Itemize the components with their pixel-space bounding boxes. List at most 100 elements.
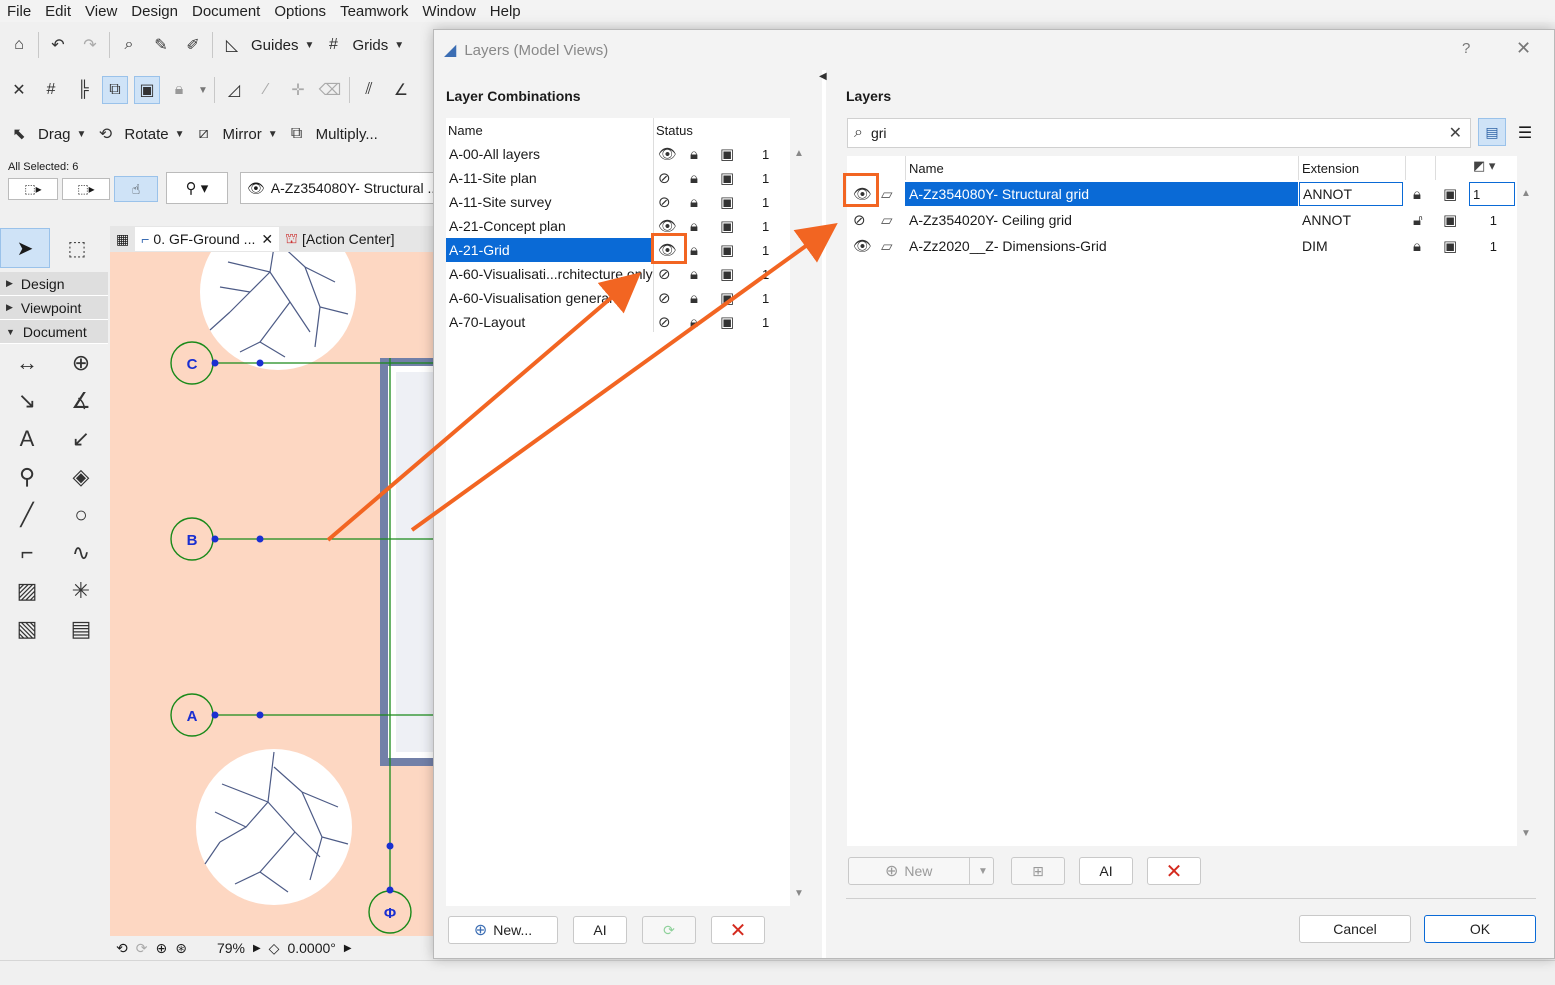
grid-marker-c[interactable]: C (187, 356, 198, 373)
help-button[interactable]: ? (1462, 40, 1470, 57)
layer-row[interactable]: 👁︎ ▱ A-Zz354080Y- Structural grid ANNOT 🔒︎ ▣ 1 (847, 182, 1515, 206)
eyedropper-icon[interactable]: ✎ (148, 31, 174, 59)
unlock-icon[interactable]: 🔓︎ (1413, 208, 1423, 232)
eye-hidden-icon[interactable]: ⊘ (658, 262, 671, 286)
guides-icon[interactable]: ◺ (219, 31, 245, 59)
grids-icon[interactable]: # (320, 31, 346, 59)
selection-filter-icon[interactable]: ⬚▸ (8, 178, 58, 200)
menu-edit[interactable]: Edit (38, 3, 78, 20)
wireframe-icon[interactable]: ▣ (720, 262, 734, 286)
eye-hidden-icon[interactable]: ⊘ (658, 166, 671, 190)
new-combination-button[interactable]: ⊕ New... (448, 916, 558, 944)
layer-row[interactable]: ⊘ ▱ A-Zz354020Y- Ceiling grid ANNOT 🔓︎ ▣ 1 (847, 208, 1515, 232)
menu-file[interactable]: File (0, 3, 38, 20)
fill-tool-icon[interactable]: ◈ (54, 458, 108, 496)
wireframe-icon[interactable]: ▣ (720, 286, 734, 310)
combination-row[interactable]: A-21-Concept plan (446, 214, 651, 238)
offset-icon[interactable]: ✛ (285, 76, 311, 104)
lock-icon[interactable]: 🔒︎ (690, 190, 698, 214)
label-tool-icon[interactable]: ↙ (54, 420, 108, 458)
magic-wand-icon[interactable]: ⁄ (253, 76, 279, 104)
clear-search-icon[interactable]: ✕ (1449, 123, 1462, 143)
perpendicular-icon[interactable]: ∠ (388, 76, 414, 104)
toolbox-section-viewpoint[interactable]: ▶ Viewpoint (0, 296, 108, 320)
close-icon[interactable]: ✕ (1516, 38, 1531, 59)
drawing-tool-icon[interactable]: ▤ (54, 610, 108, 648)
menu-teamwork[interactable]: Teamwork (333, 3, 415, 20)
menu-window[interactable]: Window (415, 3, 482, 20)
wireframe-icon[interactable]: ▣ (720, 190, 734, 214)
menu-document[interactable]: Document (185, 3, 267, 20)
level-dimension-icon[interactable]: ↘ (0, 382, 54, 420)
arrow-tool-icon[interactable]: ➤ (0, 228, 50, 268)
eye-hidden-icon[interactable]: ⊘ (658, 190, 671, 214)
redefine-icon[interactable]: ⟳ (642, 916, 696, 944)
marquee-icon[interactable]: ⬚▸ (62, 178, 110, 200)
scroll-down-icon[interactable]: ▼ (794, 888, 804, 899)
layer-intersection-group[interactable]: 1 (1469, 234, 1515, 258)
chevron-down-icon[interactable]: ▼ (175, 129, 185, 140)
syringe-icon[interactable]: ✐ (180, 31, 206, 59)
chevron-down-icon[interactable]: ▼ (969, 858, 988, 884)
wireframe-icon[interactable]: ▣ (720, 166, 734, 190)
snap-guide-icon[interactable]: ╠ (70, 76, 96, 104)
lock-icon[interactable]: 🔒︎ (690, 310, 698, 334)
eye-hidden-icon[interactable]: ⊘ (658, 310, 671, 334)
combination-row[interactable]: A-11-Site plan (446, 166, 651, 190)
measure-icon[interactable]: ◿ (221, 76, 247, 104)
chevron-down-icon[interactable]: ▼ (198, 85, 208, 96)
tab-overview-icon[interactable]: ▦ (110, 227, 135, 251)
combination-row[interactable]: A-60-Visualisation general (446, 286, 651, 310)
list-view-icon[interactable]: ☰ (1512, 120, 1538, 146)
lock-icon[interactable]: 🔒︎ (690, 262, 698, 286)
eye-hidden-icon[interactable]: ⊘ (853, 208, 877, 232)
suspend-groups-icon[interactable]: ⧉ (102, 76, 128, 104)
layer-combinations-list[interactable]: Name Status A-00-All layers 👁︎ 🔒︎ ▣ 1 A-11-Si… (446, 118, 804, 906)
combination-row[interactable]: A-11-Site survey (446, 190, 651, 214)
parallel-icon[interactable]: ⫽ (356, 76, 382, 104)
rename-layer-button[interactable]: AΙ (1079, 857, 1133, 885)
line-tool-icon[interactable]: ╱ (0, 496, 54, 534)
mirror-icon[interactable]: ⧄ (191, 120, 217, 148)
drawing-canvas[interactable]: C B A Φ (110, 252, 434, 936)
hotspot-tool-icon[interactable]: ✳ (54, 572, 108, 610)
wireframe-icon[interactable]: ▣ (720, 142, 734, 166)
combination-row[interactable]: A-70-Layout (446, 310, 651, 334)
polyline-tool-icon[interactable]: ⌐ (0, 534, 54, 572)
ok-button[interactable]: OK (1424, 915, 1536, 943)
chevron-right-icon[interactable]: ▶ (344, 943, 352, 954)
folder-view-icon[interactable]: ▤ (1478, 118, 1506, 146)
guides-button[interactable]: Guides (251, 37, 299, 54)
figure-tool-icon[interactable]: ▧ (0, 610, 54, 648)
wireframe-icon[interactable]: ▣ (720, 214, 734, 238)
lock-icon[interactable]: 🔒︎ (690, 238, 698, 262)
eye-icon[interactable]: 👁︎ (658, 142, 677, 166)
lock-icon[interactable]: 🔒︎ (690, 166, 698, 190)
snap-point-icon[interactable]: ✕ (6, 76, 32, 104)
lock-icon[interactable]: 🔒︎ (1413, 182, 1421, 206)
menu-design[interactable]: Design (124, 3, 185, 20)
rename-combination-button[interactable]: AΙ (573, 916, 627, 944)
layer-extension[interactable]: DIM (1299, 234, 1403, 258)
wireframe-icon[interactable]: ▣ (1443, 208, 1457, 232)
cursor-snap-icon[interactable]: ▣ (134, 76, 160, 104)
angle-dimension-icon[interactable]: ∡ (54, 382, 108, 420)
home-icon[interactable]: ⌂ (6, 31, 32, 59)
combination-row[interactable]: A-00-All layers (446, 142, 651, 166)
zoom-in-icon[interactable]: ⊕ (155, 940, 167, 957)
eye-icon[interactable]: 👁︎ (853, 234, 877, 258)
layer-search-box[interactable]: ⌕ gri ✕ (847, 118, 1471, 148)
collapse-left-icon[interactable]: ◀ (819, 71, 827, 82)
marquee-tool-icon[interactable]: ⬚ (50, 228, 104, 268)
grid-marker-a[interactable]: A (187, 708, 198, 725)
marker-tool-icon[interactable]: ⚲ (0, 458, 54, 496)
menu-options[interactable]: Options (267, 3, 333, 20)
menu-help[interactable]: Help (483, 3, 528, 20)
layer-folder-icon[interactable]: ⊞ (1011, 857, 1065, 885)
wireframe-icon[interactable]: ▣ (1443, 182, 1457, 206)
delete-combination-button[interactable]: ✕ (711, 916, 765, 944)
menu-view[interactable]: View (78, 3, 124, 20)
circle-tool-icon[interactable]: ○ (54, 496, 108, 534)
grid-marker-b[interactable]: B (187, 532, 198, 549)
text-tool-icon[interactable]: A (0, 420, 54, 458)
